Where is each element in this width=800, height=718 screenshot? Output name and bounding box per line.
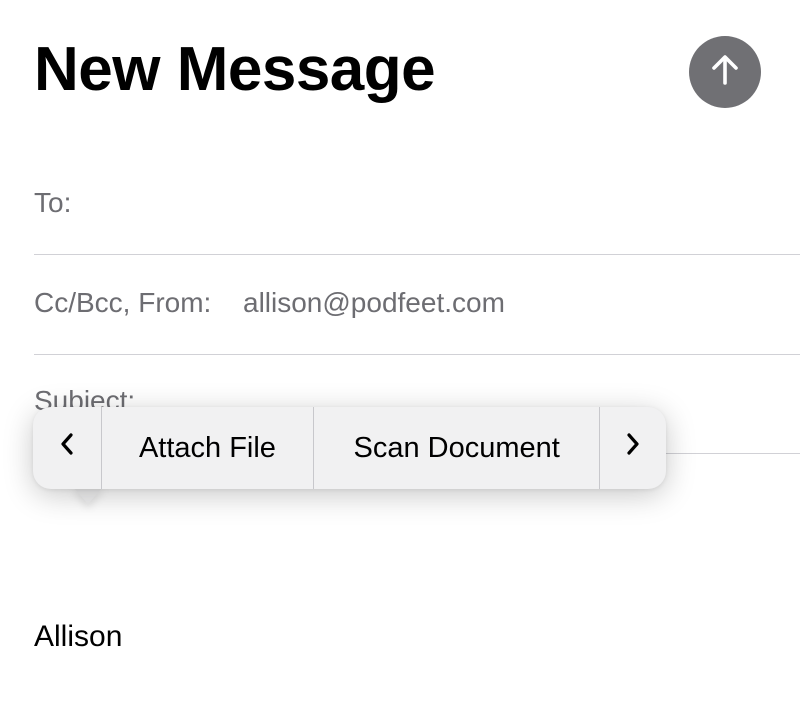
scan-document-button[interactable]: Scan Document <box>314 407 599 489</box>
chevron-left-icon <box>58 431 76 465</box>
cc-from-label: Cc/Bcc, From: <box>34 287 212 318</box>
arrow-up-icon <box>705 50 745 95</box>
popup-prev-button[interactable] <box>33 407 101 489</box>
to-label: To: <box>34 187 72 218</box>
divider <box>660 453 800 454</box>
message-body-signature[interactable]: Allison <box>34 620 122 654</box>
compose-screen: New Message To: Cc/Bcc, From: allison@po… <box>0 0 800 718</box>
to-input[interactable] <box>94 181 780 221</box>
from-address: allison@podfeet.com <box>243 287 505 318</box>
cc-bcc-from-field[interactable]: Cc/Bcc, From: allison@podfeet.com <box>34 255 800 355</box>
chevron-right-icon <box>624 431 642 465</box>
to-field[interactable]: To: <box>34 155 800 255</box>
page-title: New Message <box>34 35 436 104</box>
send-button[interactable] <box>689 36 761 108</box>
popup-next-button[interactable] <box>600 407 666 489</box>
edit-popup-menu: Attach File Scan Document <box>33 407 666 489</box>
attach-file-button[interactable]: Attach File <box>102 407 313 489</box>
